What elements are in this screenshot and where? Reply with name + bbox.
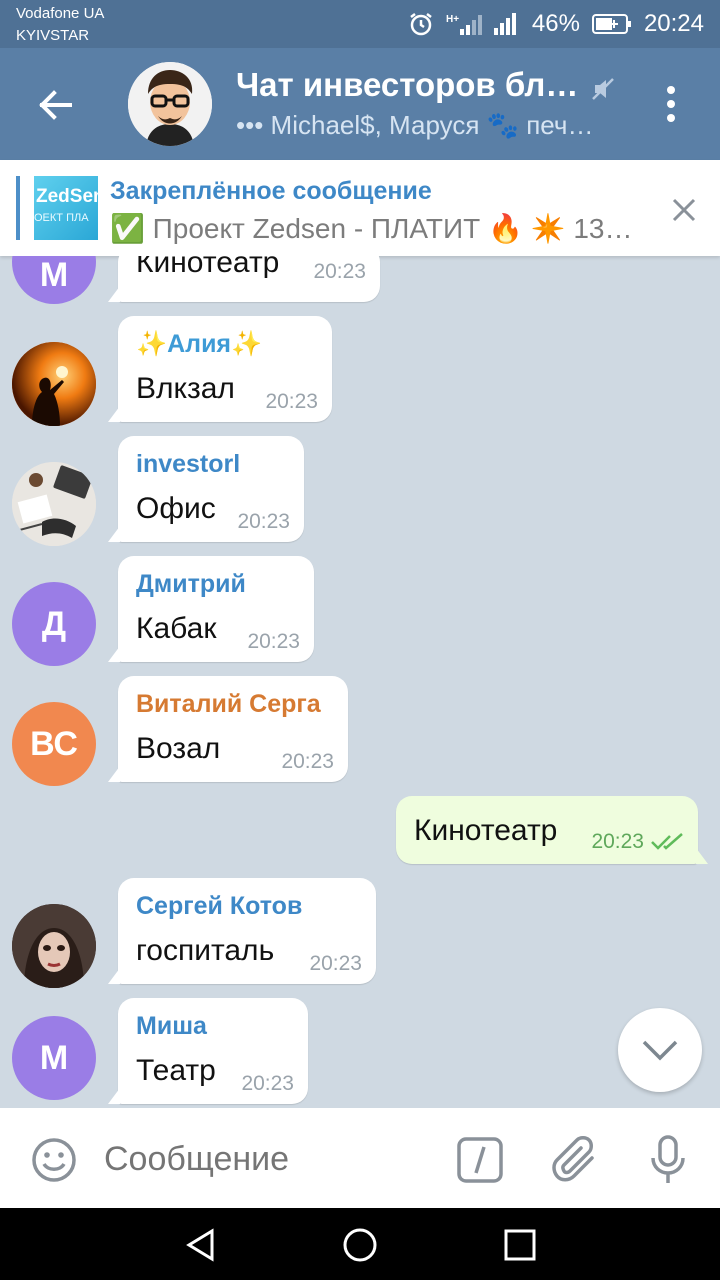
portrait-avatar-image <box>12 904 96 988</box>
typing-dots: ••• <box>236 110 264 140</box>
svg-text:H+: H+ <box>446 14 459 25</box>
scroll-to-bottom-button[interactable] <box>618 1008 702 1092</box>
status-icons: H+ 46% 20:24 <box>408 8 704 40</box>
message-time: 20:23 <box>591 830 684 854</box>
typing-users: Michael$, Маруся 🐾 печ… <box>270 110 594 140</box>
sender-name[interactable]: ✨Алия✨ <box>136 330 262 359</box>
status-bar: Vodafone UA KYIVSTAR H+ 46% 20:24 <box>0 0 720 48</box>
carrier-name-2: KYIVSTAR <box>16 27 90 44</box>
outgoing-message-bubble[interactable]: Кинотеатр 20:23 <box>396 796 708 864</box>
sender-name[interactable]: Миша <box>136 1012 207 1041</box>
double-check-icon <box>651 833 683 850</box>
message-bubble[interactable]: investorl Офис 20:23 <box>108 436 304 542</box>
arrow-left-icon <box>39 90 72 120</box>
message-bubble[interactable]: Сергей Котов госпиталь 20:23 <box>108 878 376 984</box>
pinned-title: Закреплённое сообщение <box>110 177 432 205</box>
bubble-tail <box>108 526 120 542</box>
emoji-icon[interactable] <box>30 1136 78 1184</box>
message-text: Кинотеатр <box>136 256 280 279</box>
nav-back-icon[interactable] <box>184 1228 218 1262</box>
sender-name[interactable]: Виталий Серга <box>136 690 321 719</box>
more-vertical-icon <box>667 86 675 122</box>
bubble-tail <box>108 406 120 422</box>
pinned-text: ✅ Проект Zedsen - ПЛАТИТ 🔥 ✴️ 13… <box>110 213 633 244</box>
back-button[interactable] <box>28 78 82 132</box>
message-bubble[interactable]: Кинотеатр 20:23 <box>108 256 380 302</box>
message-bubble[interactable]: Миша Театр 20:23 <box>108 998 308 1104</box>
message-text: госпиталь <box>136 934 275 967</box>
battery-icon <box>591 14 631 34</box>
avatar[interactable]: М <box>12 256 96 304</box>
avatar-initials: ВС <box>30 724 78 763</box>
avatar-initials: М <box>39 256 69 294</box>
avatar[interactable]: Д <box>12 582 96 666</box>
chat-avatar[interactable] <box>128 62 212 146</box>
chat-header: Чат инвесторов бл… ••• Michael$, Маруся … <box>0 48 720 160</box>
message-time: 20:23 <box>247 630 300 653</box>
message-time-text: 20:23 <box>591 830 644 853</box>
battery-percent: 46% <box>531 10 580 37</box>
avatar[interactable] <box>12 462 96 546</box>
avatar-initials: Д <box>41 604 67 643</box>
avatar[interactable]: М <box>12 1016 96 1100</box>
office-desk-avatar-image <box>12 462 96 546</box>
pinned-thumbnail: ZedSen ОЕКТ ПЛА <box>34 176 98 240</box>
bubble-tail <box>108 766 120 782</box>
avatar[interactable] <box>12 904 96 988</box>
cartoon-avatar-image <box>128 62 212 146</box>
more-options-button[interactable] <box>656 84 686 124</box>
chat-title[interactable]: Чат инвесторов бл… <box>236 66 578 104</box>
bubble-tail <box>108 1088 120 1104</box>
message-bubble[interactable]: Дмитрий Кабак 20:23 <box>108 556 314 662</box>
close-pinned-icon[interactable] <box>668 194 700 226</box>
message-bubble[interactable]: ✨Алия✨ Влкзал 20:23 <box>108 316 332 422</box>
mute-icon <box>592 78 614 100</box>
message-time: 20:23 <box>237 510 290 533</box>
nav-home-icon[interactable] <box>342 1227 378 1263</box>
sunset-avatar-image <box>12 342 96 426</box>
message-time: 20:23 <box>241 1072 294 1095</box>
bubble-tail <box>696 848 708 864</box>
hplus-signal-icon: H+ <box>446 14 482 35</box>
message-text: Кинотеатр <box>414 814 558 847</box>
message-text: Офис <box>136 492 216 525</box>
attach-icon[interactable] <box>552 1134 602 1186</box>
system-nav-bar <box>0 1208 720 1280</box>
avatar-initials: М <box>39 1038 69 1077</box>
pinned-thumbnail-subtext: ОЕКТ ПЛА <box>34 212 89 224</box>
pinned-accent-bar <box>16 176 20 240</box>
message-text: Возал <box>136 732 221 765</box>
message-time: 20:23 <box>313 260 366 283</box>
sender-name[interactable]: Сергей Котов <box>136 892 302 921</box>
sender-name[interactable]: investorl <box>136 450 240 479</box>
bot-command-icon[interactable] <box>456 1136 504 1184</box>
message-time: 20:23 <box>281 750 334 773</box>
message-text: Влкзал <box>136 372 235 405</box>
sender-name[interactable]: Дмитрий <box>136 570 246 599</box>
carrier-name: Vodafone UA <box>16 5 105 22</box>
message-list: М Кинотеатр 20:23 ✨Алия✨ Влкзал 20:23 in… <box>0 256 720 1108</box>
message-text: Театр <box>136 1054 216 1087</box>
message-time: 20:23 <box>309 952 362 975</box>
chevron-down-icon <box>642 1040 678 1061</box>
pinned-message-bar[interactable]: ZedSen ОЕКТ ПЛА Закреплённое сообщение ✅… <box>0 160 720 256</box>
avatar[interactable]: ВС <box>12 702 96 786</box>
chat-subtitle: ••• Michael$, Маруся 🐾 печ… <box>236 110 593 141</box>
message-input[interactable] <box>104 1140 424 1179</box>
avatar[interactable] <box>12 342 96 426</box>
bubble-tail <box>108 286 120 302</box>
message-bubble[interactable]: Виталий Серга Возал 20:23 <box>108 676 348 782</box>
signal-icon <box>493 13 516 35</box>
nav-recents-icon[interactable] <box>504 1229 536 1261</box>
alarm-icon <box>410 13 432 36</box>
bubble-tail <box>108 646 120 662</box>
microphone-icon[interactable] <box>648 1134 688 1186</box>
message-text: Кабак <box>136 612 217 645</box>
message-time: 20:23 <box>265 390 318 413</box>
bubble-tail <box>108 968 120 984</box>
clock: 20:24 <box>643 10 704 37</box>
pinned-thumbnail-text: ZedSen <box>36 186 98 207</box>
